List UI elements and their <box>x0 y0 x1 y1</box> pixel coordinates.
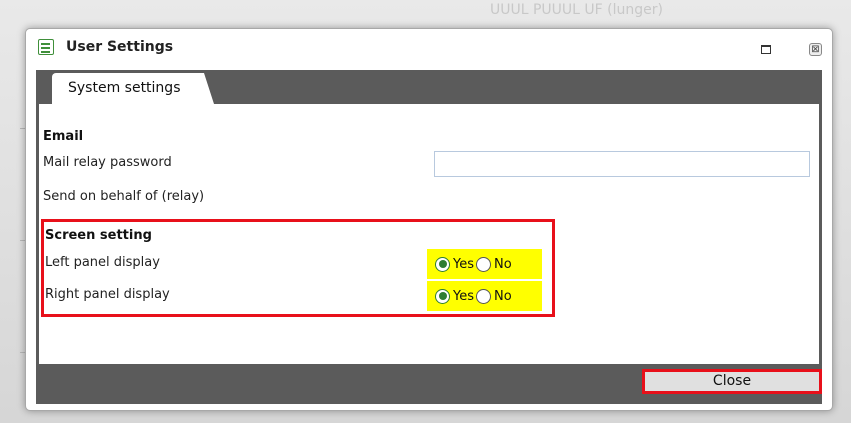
settings-panel: Email Mail relay password Send on behalf… <box>39 104 819 364</box>
left-panel-radio-group: Yes No <box>427 249 542 279</box>
maximize-icon[interactable] <box>761 45 771 54</box>
right-panel-yes-radio[interactable] <box>435 288 450 304</box>
user-settings-dialog: User Settings ⊠ System settings Email Ma… <box>25 28 833 411</box>
dialog-footer: Close <box>36 364 822 404</box>
left-panel-yes-label[interactable]: Yes <box>453 257 474 272</box>
close-icon[interactable]: ⊠ <box>809 43 822 56</box>
email-section-heading: Email <box>43 129 84 144</box>
tab-bar: System settings <box>36 70 822 104</box>
background-text: UUUL PUUUL UF (lunger) <box>490 2 663 18</box>
left-panel-no-label[interactable]: No <box>494 257 512 272</box>
tab-label: System settings <box>68 80 181 96</box>
right-panel-radio-group: Yes No <box>427 281 542 311</box>
screen-setting-heading: Screen setting <box>45 228 152 243</box>
mail-relay-password-label: Mail relay password <box>43 155 172 170</box>
send-on-behalf-label: Send on behalf of (relay) <box>43 189 205 204</box>
dialog-titlebar[interactable]: User Settings ⊠ <box>26 29 832 67</box>
mail-relay-password-input[interactable] <box>434 151 810 177</box>
left-panel-display-label: Left panel display <box>45 255 160 270</box>
right-panel-no-radio[interactable] <box>476 288 491 304</box>
right-panel-display-label: Right panel display <box>45 287 170 302</box>
left-panel-yes-radio[interactable] <box>435 256 450 272</box>
content-frame: System settings Email Mail relay passwor… <box>36 70 822 404</box>
tab-system-settings[interactable]: System settings <box>52 73 214 104</box>
right-panel-no-label[interactable]: No <box>494 289 512 304</box>
close-button[interactable]: Close <box>642 369 822 394</box>
dialog-title: User Settings <box>66 39 174 55</box>
left-panel-no-radio[interactable] <box>476 256 491 272</box>
settings-form-icon <box>38 39 54 55</box>
right-panel-yes-label[interactable]: Yes <box>453 289 474 304</box>
